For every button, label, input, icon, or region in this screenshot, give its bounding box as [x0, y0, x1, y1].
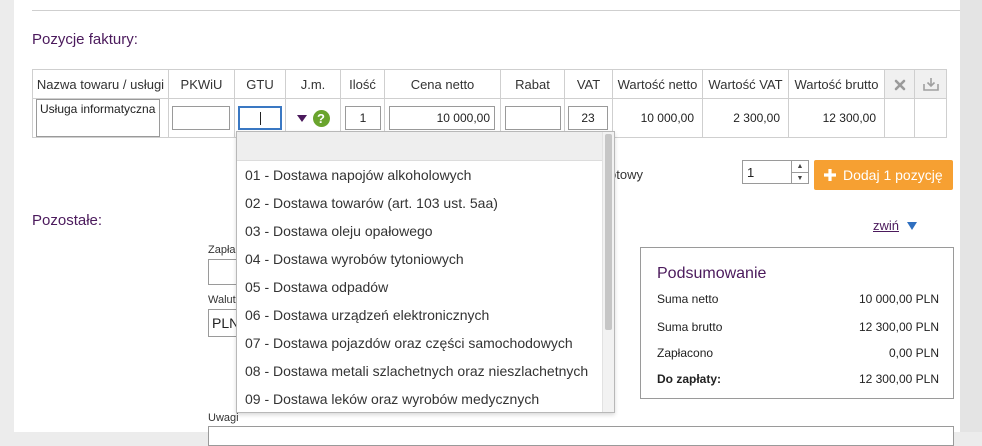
- help-icon[interactable]: ?: [312, 109, 330, 127]
- summary-gross-value: 12 300,00 PLN: [858, 320, 939, 334]
- collapse-link[interactable]: zwiń: [873, 218, 899, 233]
- header-gtu: GTU: [234, 69, 286, 99]
- currency-label: Walut: [208, 294, 236, 306]
- other-section-title: Pozostałe:: [32, 212, 103, 229]
- page-gutter: [960, 0, 982, 432]
- cell-pkwiu: [168, 98, 235, 138]
- net-value: 10 000,00: [612, 98, 703, 138]
- items-section-title: Pozycje faktury:: [32, 31, 138, 48]
- gtu-dropdown-empty-option[interactable]: [237, 132, 614, 161]
- header-delete[interactable]: [884, 69, 915, 99]
- items-table: Nazwa towaru / usługi PKWiU GTU J.m. Ilo…: [32, 69, 947, 138]
- plus-icon: [824, 169, 836, 181]
- summary-paid-value: 0,00 PLN: [888, 346, 939, 360]
- summary-paid-row: Zapłacono 0,00 PLN: [657, 346, 939, 360]
- header-pkwiu: PKWiU: [168, 69, 235, 99]
- summary-due-value: 12 300,00 PLN: [858, 372, 939, 386]
- cell-save: [914, 98, 947, 138]
- collapse-arrow-icon[interactable]: [907, 222, 917, 230]
- header-name: Nazwa towaru / usługi: [32, 69, 169, 99]
- header-vat-value: Wartość VAT: [702, 69, 789, 99]
- summary-gross-label: Suma brutto: [657, 320, 723, 334]
- header-vat: VAT: [564, 69, 613, 99]
- gtu-option-02[interactable]: 02 - Dostawa towarów (art. 103 ust. 5aa): [237, 189, 614, 217]
- vat-value: 2 300,00: [702, 98, 789, 138]
- cell-delete: [884, 98, 915, 138]
- summary-gross-row: Suma brutto 12 300,00 PLN: [657, 320, 939, 334]
- quantity-field[interactable]: 1: [345, 106, 381, 130]
- gtu-dropdown[interactable]: 01 - Dostawa napojów alkoholowych 02 - D…: [236, 131, 615, 413]
- header-discount: Rabat: [500, 69, 565, 99]
- gtu-option-05[interactable]: 05 - Dostawa odpadów: [237, 273, 614, 301]
- summary-title: Podsumowanie: [657, 265, 767, 282]
- text-caret: [260, 112, 261, 125]
- header-unit-price: Cena netto: [384, 69, 501, 99]
- summary-panel: Podsumowanie Suma netto 10 000,00 PLN Su…: [640, 247, 954, 399]
- summary-net-value: 10 000,00 PLN: [858, 292, 939, 306]
- stepper-down-icon[interactable]: ▼: [792, 173, 808, 184]
- stepper-buttons: ▲ ▼: [791, 161, 808, 183]
- add-items-label: Dodaj 1 pozycję: [843, 167, 943, 183]
- table-header-row: Nazwa towaru / usługi PKWiU GTU J.m. Ilo…: [32, 69, 947, 99]
- dropdown-scrollbar-thumb[interactable]: [605, 134, 612, 330]
- add-items-button[interactable]: Dodaj 1 pozycję: [814, 160, 953, 190]
- vat-field[interactable]: 23: [568, 106, 608, 130]
- item-name-field[interactable]: Usługa informatyczna: [36, 99, 160, 137]
- stepper-up-icon[interactable]: ▲: [792, 161, 808, 173]
- save-icon[interactable]: [922, 76, 940, 92]
- gtu-option-01[interactable]: 01 - Dostawa napojów alkoholowych: [237, 161, 614, 189]
- gross-value: 12 300,00: [788, 98, 885, 138]
- header-gross-value: Wartość brutto: [788, 69, 885, 99]
- summary-net-row: Suma netto 10 000,00 PLN: [657, 292, 939, 306]
- header-net-value: Wartość netto: [612, 69, 703, 99]
- cell-name: Usługa informatyczna: [32, 98, 169, 138]
- summary-due-row: Do zapłaty: 12 300,00 PLN: [657, 372, 939, 386]
- gtu-option-07[interactable]: 07 - Dostawa pojazdów oraz części samoch…: [237, 329, 614, 357]
- notes-field[interactable]: [208, 426, 954, 446]
- summary-paid-label: Zapłacono: [657, 346, 714, 360]
- unit-price-field[interactable]: 10 000,00: [389, 106, 495, 130]
- summary-due-label: Do zapłaty:: [657, 372, 722, 386]
- discount-field[interactable]: [505, 106, 561, 130]
- notes-label: Uwagi: [208, 412, 239, 424]
- add-count-stepper[interactable]: 1 ▲ ▼: [742, 160, 809, 184]
- paid-label: Zapła: [208, 244, 236, 256]
- close-icon[interactable]: [894, 79, 906, 91]
- header-quantity: Ilość: [340, 69, 385, 99]
- gtu-option-09[interactable]: 09 - Dostawa leków oraz wyrobów medyczny…: [237, 385, 614, 412]
- gtu-option-06[interactable]: 06 - Dostawa urządzeń elektronicznych: [237, 301, 614, 329]
- summary-net-label: Suma netto: [657, 292, 719, 306]
- gtu-option-08[interactable]: 08 - Dostawa metali szlachetnych oraz ni…: [237, 357, 614, 385]
- pkwiu-field[interactable]: [172, 106, 230, 130]
- gtu-option-03[interactable]: 03 - Dostawa oleju opałowego: [237, 217, 614, 245]
- add-count-value: 1: [747, 165, 755, 180]
- divider: [32, 10, 960, 11]
- header-unit: J.m.: [285, 69, 341, 99]
- gtu-option-04[interactable]: 04 - Dostawa wyrobów tytoniowych: [237, 245, 614, 273]
- header-save[interactable]: [914, 69, 947, 99]
- dropdown-scrollbar[interactable]: [602, 132, 614, 412]
- unit-dropdown-arrow-icon[interactable]: [296, 114, 307, 122]
- gtu-field[interactable]: [238, 106, 282, 130]
